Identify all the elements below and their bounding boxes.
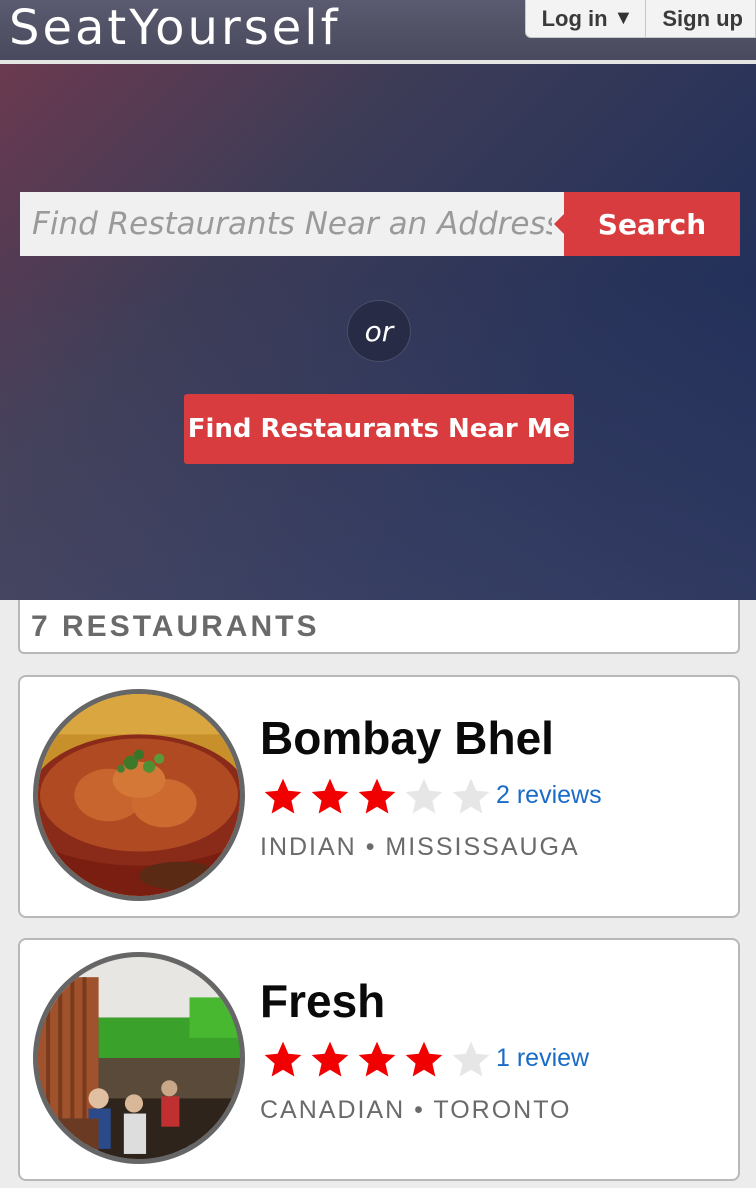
or-divider-badge: or	[347, 300, 411, 362]
star-filled-icon	[311, 778, 349, 814]
auth-menu: Log in ▼ Sign up	[524, 0, 756, 38]
meta-separator: •	[414, 1096, 425, 1124]
reviews-link[interactable]: 1 review	[496, 1044, 589, 1073]
star-filled-icon	[264, 778, 302, 814]
restaurant-card[interactable]: Fresh 1 review CANADIAN • TORONTO	[18, 938, 740, 1181]
star-filled-icon	[358, 1041, 396, 1077]
reviews-link[interactable]: 2 reviews	[496, 781, 602, 810]
cuisine-label: INDIAN	[260, 833, 357, 861]
site-logo[interactable]: SeatYourself	[9, 2, 340, 54]
cuisine-label: CANADIAN	[260, 1096, 406, 1124]
star-filled-icon	[358, 778, 396, 814]
hero-section: Search or Find Restaurants Near Me	[0, 64, 756, 600]
address-search-input[interactable]	[20, 192, 564, 256]
star-empty-icon	[405, 778, 443, 814]
star-filled-icon	[264, 1041, 302, 1077]
top-bar: SeatYourself Log in ▼ Sign up	[0, 0, 756, 60]
results-count-box: 7 RESTAURANTS	[18, 600, 740, 654]
restaurant-photo-curry	[33, 689, 245, 901]
restaurant-photo-interior	[33, 952, 245, 1164]
rating-stars	[260, 1038, 495, 1082]
restaurant-name[interactable]: Bombay Bhel	[260, 711, 554, 765]
search-form: Search	[20, 192, 740, 256]
restaurant-meta: CANADIAN • TORONTO	[260, 1096, 572, 1125]
restaurant-meta: INDIAN • MISSISSAUGA	[260, 833, 580, 862]
login-button[interactable]: Log in ▼	[526, 0, 646, 37]
login-label: Log in	[541, 5, 608, 31]
rating-stars	[260, 775, 495, 819]
search-button[interactable]: Search	[554, 192, 740, 256]
star-empty-icon	[452, 778, 490, 814]
city-label: TORONTO	[433, 1096, 572, 1124]
star-filled-icon	[311, 1041, 349, 1077]
restaurant-name[interactable]: Fresh	[260, 974, 385, 1028]
city-label: MISSISSAUGA	[385, 833, 580, 861]
signup-button[interactable]: Sign up	[645, 0, 755, 37]
results-count: 7 RESTAURANTS	[31, 610, 320, 643]
meta-separator: •	[365, 833, 377, 861]
star-empty-icon	[452, 1041, 490, 1077]
restaurant-card[interactable]: Bombay Bhel 2 reviews INDIAN • MISSISSAU…	[18, 675, 740, 918]
find-near-me-button[interactable]: Find Restaurants Near Me	[184, 394, 574, 464]
chevron-down-icon: ▼	[613, 7, 634, 29]
star-filled-icon	[405, 1041, 443, 1077]
